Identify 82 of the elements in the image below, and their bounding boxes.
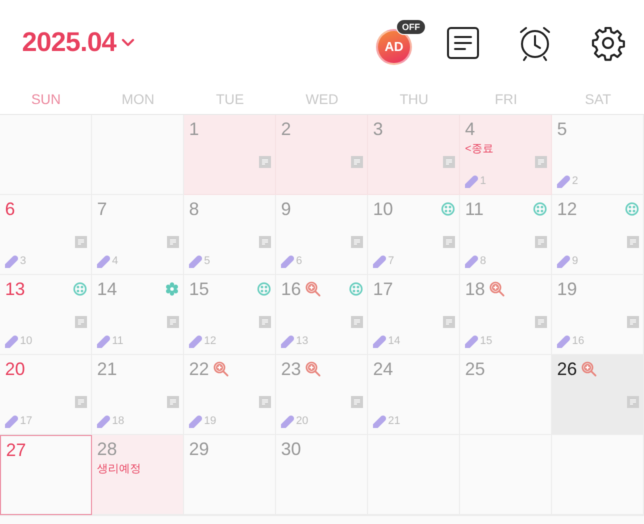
cycle-note: <종료: [465, 142, 494, 156]
day-number[interactable]: 19: [557, 278, 578, 300]
pill-count: 12: [204, 335, 216, 347]
pill-count: 11: [112, 335, 124, 347]
pill-count: 19: [204, 415, 216, 427]
pill-icon: [5, 254, 18, 268]
day-number[interactable]: 21: [97, 358, 118, 380]
day-number[interactable]: 9: [281, 198, 292, 220]
pill-count: 17: [20, 415, 32, 427]
day-number[interactable]: 27: [6, 439, 26, 461]
day-number[interactable]: 24: [373, 358, 394, 380]
pill-icon: [281, 254, 294, 268]
weekday-label: SUN: [30, 90, 62, 109]
pill-icon: [465, 254, 478, 268]
pill-count: 4: [112, 255, 118, 267]
pill-count: 9: [572, 255, 578, 267]
pill-icon: [189, 334, 202, 348]
day-number[interactable]: 6: [5, 198, 16, 220]
month-picker[interactable]: 2025.04: [22, 27, 136, 58]
cycle-note: 생리예정: [97, 462, 142, 476]
pill-count: 5: [204, 255, 210, 267]
pill-count: 7: [388, 255, 394, 267]
day-number[interactable]: 1: [189, 118, 200, 140]
pill-count: 6: [296, 255, 302, 267]
pill-count: 3: [20, 255, 26, 267]
day-number[interactable]: 14: [97, 278, 118, 300]
day-number[interactable]: 13: [5, 278, 26, 300]
pill-icon: [465, 174, 478, 188]
day-number[interactable]: 5: [557, 118, 568, 140]
day-number[interactable]: 18: [465, 278, 486, 300]
pill-count: 8: [480, 255, 486, 267]
day-number[interactable]: 4: [465, 118, 476, 140]
pill-icon: [373, 414, 386, 428]
day-number[interactable]: 11: [465, 198, 484, 220]
pill-count: 15: [480, 335, 492, 347]
pill-count: 16: [572, 335, 584, 347]
pill-count: 18: [112, 415, 124, 427]
pill-icon: [373, 334, 386, 348]
day-number[interactable]: 22: [189, 358, 210, 380]
ad-button[interactable]: AD: [376, 28, 412, 64]
day-number[interactable]: 16: [281, 278, 302, 300]
day-number[interactable]: 2: [281, 118, 292, 140]
settings-icon[interactable]: [590, 24, 626, 60]
day-number[interactable]: 28: [97, 438, 118, 460]
day-number[interactable]: 15: [189, 278, 210, 300]
day-number[interactable]: 26: [557, 358, 578, 380]
day-number[interactable]: 8: [189, 198, 200, 220]
pill-icon: [189, 414, 202, 428]
chevron-down-icon: [121, 38, 136, 48]
pill-icon: [5, 414, 18, 428]
pill-count: 20: [296, 415, 308, 427]
pill-count: 10: [20, 335, 32, 347]
pill-count: 14: [388, 335, 400, 347]
pill-icon: [373, 254, 386, 268]
pill-icon: [97, 334, 110, 348]
day-number[interactable]: 12: [557, 198, 578, 220]
pill-icon: [281, 414, 294, 428]
day-number[interactable]: 3: [373, 118, 384, 140]
pill-icon: [97, 414, 110, 428]
alarm-clock-icon[interactable]: [518, 24, 552, 60]
day-number[interactable]: 25: [465, 358, 486, 380]
pill-icon: [5, 334, 18, 348]
pill-icon: [189, 254, 202, 268]
off-badge: OFF: [396, 18, 426, 34]
day-number[interactable]: 23: [281, 358, 302, 380]
pill-count: 21: [388, 415, 400, 427]
day-number[interactable]: 10: [373, 198, 394, 220]
day-number[interactable]: 29: [189, 438, 210, 460]
pill-icon: [557, 334, 570, 348]
pill-count: 2: [572, 175, 578, 187]
pill-icon: [557, 254, 570, 268]
pill-count: 1: [480, 175, 486, 187]
day-number[interactable]: 20: [5, 358, 26, 380]
pill-icon: [557, 174, 570, 188]
pill-icon: [465, 334, 478, 348]
pill-count: 13: [296, 335, 308, 347]
list-icon[interactable]: [446, 26, 480, 60]
pill-icon: [97, 254, 110, 268]
day-number[interactable]: 7: [97, 198, 108, 220]
pill-icon: [281, 334, 294, 348]
day-number[interactable]: 17: [373, 278, 394, 300]
day-number[interactable]: 30: [281, 438, 302, 460]
